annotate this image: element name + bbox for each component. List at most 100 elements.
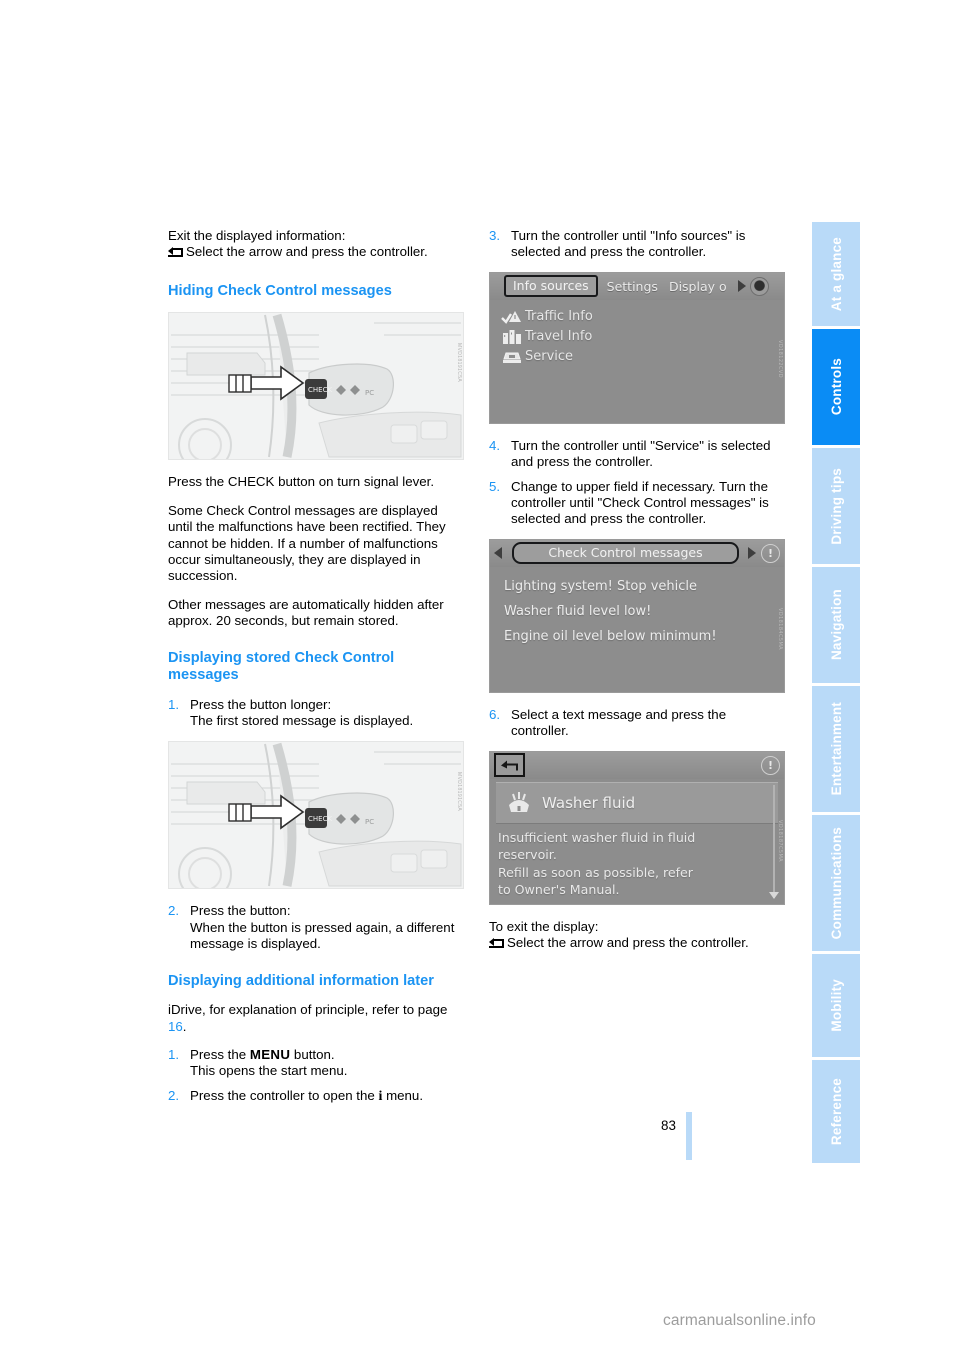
manual-page: At a glance Controls Driving tips Naviga… [0, 0, 960, 1358]
other-messages-paragraph: Other messages are automatically hidden … [168, 596, 444, 629]
figure-code: VD18122CVD [777, 340, 783, 379]
idrive-title-check-control[interactable]: Check Control messages [512, 542, 739, 565]
page-rule [686, 1112, 692, 1160]
sidebar-item-label: Navigation [828, 589, 844, 661]
exit-display-arrow-line: Select the arrow and press the controlle… [507, 935, 749, 951]
chevron-left-icon[interactable] [494, 547, 502, 560]
page-reference-link[interactable]: 16 [168, 1019, 183, 1034]
step-item: 6. Select a text message and press the c… [489, 707, 785, 740]
svg-text:CHECK: CHECK [308, 386, 332, 394]
service-icon [499, 349, 525, 365]
sidebar-item-reference[interactable]: Reference [812, 1060, 860, 1163]
idrive-menu-bar: Info sources Settings Display o [490, 272, 784, 300]
step-number: 1. [168, 696, 180, 712]
exit-display-line: To exit the display: [489, 918, 599, 934]
step-controller-suffix: menu. [382, 1087, 424, 1103]
some-messages-paragraph: Some Check Control messages are displaye… [168, 502, 446, 584]
body-line: reservoir. [498, 847, 557, 863]
idrive-screen-info-sources: Info sources Settings Display o Traffic … [489, 271, 785, 424]
sidebar-item-controls[interactable]: Controls [812, 329, 860, 445]
sidebar-item-label: Entertainment [828, 702, 844, 796]
step-item: 1. Press the MENU button. This opens the… [168, 1047, 464, 1080]
svg-text:PC: PC [365, 818, 374, 826]
step-line-1: Press the button longer: [190, 696, 332, 712]
left-column: Exit the displayed information: Select t… [168, 228, 464, 1113]
idrive-message-item[interactable]: Engine oil level below minimum! [490, 624, 784, 649]
scrollbar[interactable] [773, 784, 775, 898]
step-item: 1. Press the button longer: The first st… [168, 697, 464, 730]
info-circle-icon: ! [761, 543, 780, 563]
page-number: 83 [661, 1118, 676, 1133]
exit-instruction-line: Exit the displayed information: [168, 228, 346, 243]
back-arrow-icon [489, 937, 504, 949]
idrive-message-item[interactable]: Lighting system! Stop vehicle [490, 574, 784, 599]
sidebar-item-label: Communications [828, 826, 844, 940]
sidebar-item-label: Controls [828, 358, 844, 416]
idrive-list-item-service[interactable]: Service [490, 347, 784, 367]
sidebar-item-navigation[interactable]: Navigation [812, 567, 860, 683]
idrive-tab-settings[interactable]: Settings [607, 279, 658, 294]
step-text: Turn the controller until "Service" is s… [511, 437, 771, 470]
idrive-list: Traffic Info Travel Info Service [490, 300, 784, 377]
chevron-down-icon[interactable] [769, 891, 779, 899]
sidebar-item-label: Mobility [828, 979, 844, 1032]
idrive-message-item[interactable]: Washer fluid level low! [490, 599, 784, 624]
svg-text:CHECK: CHECK [308, 815, 332, 823]
section-heading-displaying-stored: Displaying stored Check Control messages [168, 649, 395, 684]
chevron-right-icon[interactable] [748, 547, 756, 560]
controller-knob-icon [749, 276, 769, 296]
idrive-item-label: Traffic Info [525, 309, 593, 325]
watermark: carmanualsonline.info [663, 1312, 816, 1329]
idrive-screen-check-control: Check Control messages ! Lighting system… [489, 538, 785, 693]
sidebar-item-mobility[interactable]: Mobility [812, 954, 860, 1057]
idrive-menu-bar: ! [490, 751, 784, 779]
step-item: 2. Press the controller to open the i me… [168, 1088, 464, 1105]
figure-code: MVD18191C5A [456, 772, 462, 812]
lever-illustration: CHECK PC [169, 313, 463, 460]
body-line: Refill as soon as possible, refer [498, 864, 693, 880]
idrive-tab-display[interactable]: Display o [669, 279, 727, 294]
idrive-item-label: Service [525, 349, 574, 365]
travel-info-icon [499, 329, 525, 345]
menu-button-key: MENU [249, 1046, 291, 1062]
right-column: 3. Turn the controller until "Info sourc… [489, 228, 785, 963]
idrive-list-item-traffic-info[interactable]: Traffic Info [490, 307, 784, 327]
back-arrow-icon[interactable] [494, 753, 525, 778]
idrive-menu-bar: Check Control messages ! [490, 539, 784, 567]
step-item: 5. Change to upper field if necessary. T… [489, 479, 785, 528]
sidebar-item-driving-tips[interactable]: Driving tips [812, 448, 860, 564]
idrive-message-list: Lighting system! Stop vehicle Washer flu… [490, 567, 784, 659]
step-number: 5. [489, 478, 501, 494]
info-circle-icon: ! [761, 755, 780, 775]
sidebar-item-entertainment[interactable]: Entertainment [812, 686, 860, 812]
step-menu-prefix: Press the [190, 1046, 250, 1062]
step-number: 2. [168, 1087, 180, 1103]
svg-text:PC: PC [365, 389, 374, 397]
idrive-tab-info-sources[interactable]: Info sources [504, 275, 598, 298]
chevron-right-icon[interactable] [737, 280, 746, 293]
figure-code: VD18184C5MA [777, 608, 783, 651]
exit-instruction-block: Exit the displayed information: Select t… [168, 228, 464, 261]
idrive-ref-prefix: iDrive, for explanation of principle, re… [168, 1002, 448, 1018]
photo-turn-signal-lever-2: CHECK PC MVD18191C5A [168, 741, 464, 890]
photo-turn-signal-lever-1: CHECK PC MVD18191C5A [168, 312, 464, 461]
step-text: Select a text message and press the cont… [511, 706, 727, 739]
section-index-tabs: At a glance Controls Driving tips Naviga… [812, 222, 860, 1163]
washer-fluid-body: Insufficient washer fluid in fluid reser… [490, 824, 784, 903]
step-text: Press the button: When the button is pre… [190, 903, 464, 952]
washer-fluid-item[interactable]: Washer fluid [496, 781, 778, 824]
back-arrow-icon [168, 246, 183, 258]
body-line: Insufficient washer fluid in fluid [498, 829, 696, 845]
step-number: 3. [489, 228, 501, 243]
step-text: Change to upper field if necessary. Turn… [511, 478, 769, 527]
idrive-screen-washer-fluid: ! Washer fluid Insufficient washer fluid… [489, 750, 785, 905]
step-item: 3. Turn the controller until "Info sourc… [489, 228, 785, 261]
idrive-list-item-travel-info[interactable]: Travel Info [490, 327, 784, 347]
step-text: Press the MENU button. This opens the st… [190, 1047, 464, 1080]
sidebar-item-communications[interactable]: Communications [812, 815, 860, 951]
step-line-2: This opens the start menu. [190, 1063, 348, 1079]
sidebar-item-label: Reference [828, 1077, 844, 1146]
exit-display-block: To exit the display: Select the arrow an… [489, 919, 785, 952]
sidebar-item-at-a-glance[interactable]: At a glance [812, 222, 860, 326]
step-text: Turn the controller until "Info sources"… [511, 228, 746, 260]
